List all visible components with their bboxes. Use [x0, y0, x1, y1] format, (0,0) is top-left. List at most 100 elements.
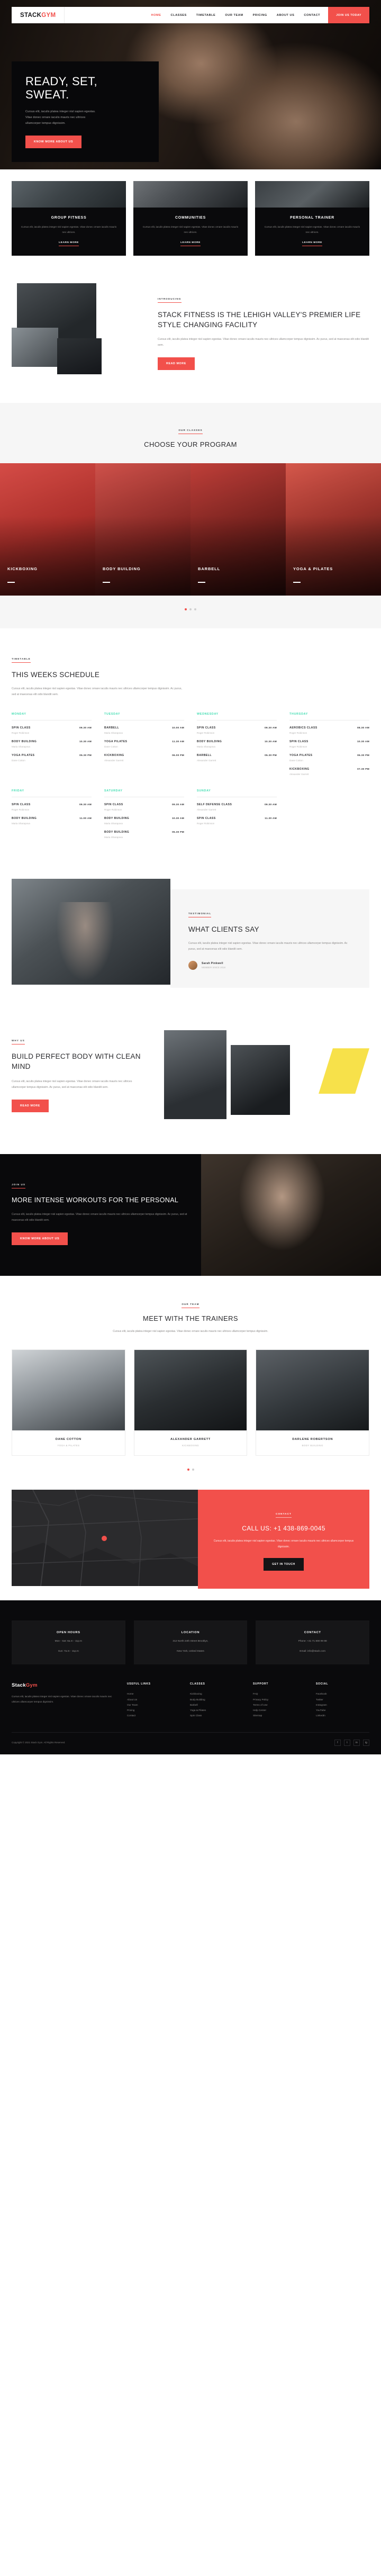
nav-item-contact[interactable]: CONTACT [299, 14, 325, 17]
footer-link[interactable]: Instagram [316, 1703, 369, 1708]
schedule-slot[interactable]: SPIN CLASS 09.30 AM Roger Robinson [12, 803, 92, 811]
intense-workouts-section: JOIN US MORE INTENSE WORKOUTS FOR THE PE… [0, 1154, 381, 1276]
schedule-slot[interactable]: KICKBOXING 07.30 PM Alexander Garrett [289, 768, 369, 776]
slot-coach: Dane Cotton [289, 759, 303, 762]
footer-link[interactable]: Privacy Policy [253, 1697, 306, 1703]
yellow-accent-shape [319, 1048, 369, 1094]
slot-coach: Roger Robinson [12, 808, 30, 812]
schedule-slot[interactable]: BARBELL 10.00 AM Maria Sharapova [104, 726, 184, 734]
schedule-slot[interactable]: KICKBOXING 06.00 PM Alexander Garrett [104, 754, 184, 762]
footer-link[interactable]: LinkedIn [316, 1713, 369, 1718]
schedule-slot[interactable]: BARBELL 05.30 PM Alexander Garrett [197, 754, 277, 762]
carousel-dots [0, 608, 381, 610]
info-line: Email: info@stack.com [300, 1650, 326, 1653]
location-map[interactable] [12, 1490, 198, 1587]
footer-link[interactable]: Twitter [316, 1697, 369, 1703]
about-image-tertiary [57, 338, 102, 374]
schedule-slot[interactable]: YOGA PILATES 05.30 PM Dane Cotton [12, 754, 92, 762]
trainer-photo [256, 1350, 369, 1431]
footer-link[interactable]: Home [127, 1691, 180, 1697]
footer-link[interactable]: YouTube [316, 1708, 369, 1713]
program-card-kickboxing[interactable]: KICKBOXING [0, 463, 95, 596]
twitter-icon[interactable]: t [344, 1739, 350, 1746]
schedule-slot[interactable]: YOGA PILATES 11.30 AM Dane Cotton [104, 740, 184, 748]
footer-link[interactable]: Our Team [127, 1703, 180, 1708]
feature-card-personal-trainer[interactable]: PERSONAL TRAINER Cursus elit, iaculis pl… [255, 181, 369, 256]
join-us-today-button[interactable]: JOIN US TODAY [328, 7, 369, 23]
slot-time: 09.30 AM [79, 804, 92, 807]
schedule-slot[interactable]: BODY BUILDING 11.00 AM Maria Sharapova [12, 817, 92, 825]
footer-link[interactable]: Barbell [190, 1703, 243, 1708]
trainer-card-alexander-garrett[interactable]: ALEXANDER GARRETT KICKBOXING [133, 1349, 248, 1456]
avatar [188, 961, 197, 970]
footer-link[interactable]: Facebook [316, 1691, 369, 1697]
schedule-slot[interactable]: SPIN CLASS 11.30 AM Roger Robinson [197, 817, 277, 825]
nav-item-classes[interactable]: CLASSES [166, 14, 192, 17]
footer-link[interactable]: Sitemap [253, 1713, 306, 1718]
footer-link[interactable]: About Us [127, 1697, 180, 1703]
footer-link[interactable]: Pricing [127, 1708, 180, 1713]
trainers-title: MEET WITH THE TRAINERS [143, 1314, 238, 1323]
build-copy: Cursus elit, iaculis platea integer nisl… [12, 1079, 132, 1089]
program-card-barbell[interactable]: BARBELL [190, 463, 286, 596]
footer-link[interactable]: Spin Class [190, 1713, 243, 1718]
build-read-more-button[interactable]: READ MORE [12, 1099, 49, 1112]
feature-card-communities[interactable]: COMMUNITIES Cursus elit, iaculis platea … [133, 181, 248, 256]
facebook-icon[interactable]: f [334, 1739, 341, 1746]
schedule-slot[interactable]: AEROBICS CLASS 08.30 AM Roger Robinson [289, 726, 369, 734]
nav-item-timetable[interactable]: TIMETABLE [192, 14, 221, 17]
footer-link[interactable]: Kickboxing [190, 1691, 243, 1697]
trainers-dot-2[interactable] [192, 1469, 194, 1471]
nav-item-about-us[interactable]: ABOUT US [272, 14, 300, 17]
nav-item-pricing[interactable]: PRICING [248, 14, 272, 17]
slot-coach: Maria Sharapova [104, 732, 123, 735]
linkedin-icon[interactable]: in [353, 1739, 360, 1746]
program-card-yoga-pilates[interactable]: YOGA & PILATES [286, 463, 381, 596]
schedule-slot[interactable]: SPIN CLASS 09.30 AM Roger Robinson [197, 726, 277, 734]
get-in-touch-button[interactable]: GET IN TOUCH [264, 1558, 304, 1571]
instagram-icon[interactable]: ig [363, 1739, 369, 1746]
hero-cta-button[interactable]: KNOW MORE ABOUT US [25, 136, 82, 149]
intense-cta-button[interactable]: KNOW MORE ABOUT US [12, 1232, 68, 1246]
schedule-slot[interactable]: SELF DEFENSE CLASS 09.30 AM Alexander Ga… [197, 803, 277, 811]
slot-coach: Dane Cotton [12, 759, 25, 762]
footer-link[interactable]: Help Center [253, 1708, 306, 1713]
footer-link[interactable]: Body Building [190, 1697, 243, 1703]
feature-learn-more-link[interactable]: LEARN MORE [59, 241, 79, 246]
schedule-slot[interactable]: SPIN CLASS 09.30 AM Roger Robinson [12, 726, 92, 734]
nav-item-home[interactable]: HOME [147, 14, 166, 17]
schedule-slot[interactable]: YOGA PILATES 06.30 PM Dane Cotton [289, 754, 369, 762]
schedule-slot[interactable]: BODY BUILDING 05.30 PM Maria Sharapova [104, 831, 184, 839]
schedule-slot[interactable]: BODY BUILDING 10.30 AM Maria Sharapova [104, 817, 184, 825]
footer-link[interactable]: Contact [127, 1713, 180, 1718]
slot-coach: Roger Robinson [12, 732, 30, 735]
feature-learn-more-link[interactable]: LEARN MORE [302, 241, 322, 246]
footer-link[interactable]: FAQ [253, 1691, 306, 1697]
feature-card-group-fitness[interactable]: GROUP FITNESS Cursus elit, iaculis plate… [12, 181, 126, 256]
trainer-card-dane-cotton[interactable]: DANE COTTON YOGA & PILATES [12, 1349, 125, 1456]
program-card-body-building[interactable]: BODY BUILDING [95, 463, 190, 596]
program-label: BARBELL [198, 566, 221, 571]
schedule-slot[interactable]: SPIN CLASS 09.30 AM Roger Robinson [104, 803, 184, 811]
day-heading: WEDNESDAY [197, 713, 277, 721]
footer-link[interactable]: Terms of Use [253, 1703, 306, 1708]
program-label: BODY BUILDING [103, 566, 141, 571]
nav-item-our-team[interactable]: OUR TEAM [220, 14, 248, 17]
carousel-dot-1[interactable] [185, 608, 187, 610]
schedule-slot[interactable]: SPIN CLASS 10.30 AM Roger Robinson [289, 740, 369, 748]
testimonial-quote: Cursus elit, iaculis platea integer nisl… [188, 942, 348, 951]
slot-class: BARBELL [197, 754, 212, 758]
info-line: 312 North 24th Street Brooklyn, [173, 1640, 208, 1643]
schedule-slot[interactable]: BODY BUILDING 10.30 AM Maria Sharapova [197, 740, 277, 748]
about-read-more-button[interactable]: READ MORE [158, 357, 195, 371]
carousel-dot-2[interactable] [189, 608, 192, 610]
carousel-dot-3[interactable] [194, 608, 196, 610]
schedule-slot[interactable]: BODY BUILDING 10.30 AM Maria Sharapova [12, 740, 92, 748]
footer-link[interactable]: Yoga & Pilates [190, 1708, 243, 1713]
feature-learn-more-link[interactable]: LEARN MORE [180, 241, 201, 246]
trainers-dot-1[interactable] [187, 1469, 189, 1471]
footer-logo[interactable]: StackGym [12, 1682, 117, 1688]
trainer-card-darlene-robertson[interactable]: DARLENE ROBERTSON BODY BUILDING [256, 1349, 370, 1456]
logo[interactable]: STACK GYM [12, 7, 65, 23]
slot-class: AEROBICS CLASS [289, 726, 318, 730]
